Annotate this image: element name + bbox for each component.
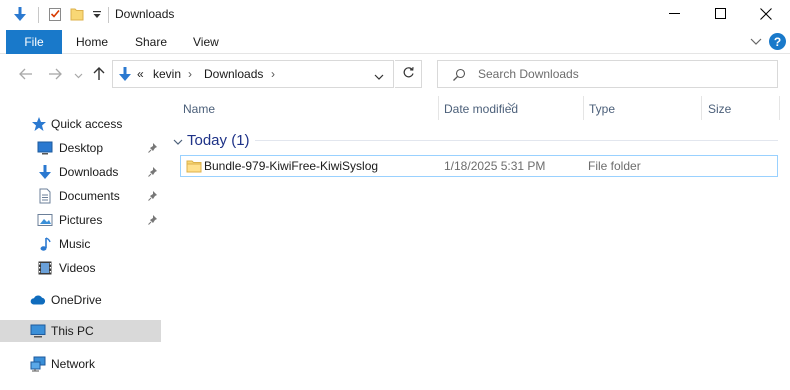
search-box[interactable]: Search Downloads — [437, 60, 778, 88]
sidebar-item-label: Videos — [59, 261, 96, 275]
column-header-type[interactable]: Type — [589, 102, 615, 116]
pin-icon[interactable] — [147, 142, 159, 154]
search-input[interactable]: Search Downloads — [478, 67, 579, 81]
ribbon-tab-bar: File Home Share View ? — [0, 30, 790, 54]
arrow-up-icon — [93, 66, 105, 84]
videos-icon — [37, 260, 53, 276]
sidebar-item-label: Pictures — [59, 213, 103, 227]
column-header-date-modified[interactable]: Date modified — [444, 102, 518, 116]
column-divider[interactable] — [779, 96, 780, 120]
chevron-right-icon[interactable]: › — [188, 67, 192, 81]
forward-button[interactable] — [44, 64, 66, 86]
maximize-icon — [714, 8, 726, 22]
pictures-icon — [37, 212, 53, 228]
sidebar-item-network[interactable]: Network — [0, 353, 161, 375]
tab-view[interactable]: View — [193, 30, 219, 54]
star-icon — [31, 116, 47, 132]
arrow-left-icon — [19, 68, 33, 83]
refresh-button[interactable] — [395, 60, 422, 88]
table-row[interactable]: Bundle-979-KiwiFree-KiwiSyslog 1/18/2025… — [180, 155, 778, 177]
sidebar-item-label: Desktop — [59, 141, 104, 155]
cloud-icon — [30, 292, 46, 308]
sidebar-item-downloads[interactable]: Downloads — [0, 161, 161, 183]
file-date-modified: 1/18/2025 5:31 PM — [444, 159, 546, 173]
sidebar-item-label: Downloads — [59, 165, 119, 179]
tab-home[interactable]: Home — [76, 30, 108, 54]
new-folder-icon[interactable] — [68, 5, 86, 23]
tab-share[interactable]: Share — [135, 30, 167, 54]
help-button[interactable]: ? — [769, 33, 786, 50]
title-bar: Downloads — [0, 0, 790, 30]
window-title: Downloads — [115, 7, 175, 21]
chevron-down-icon — [173, 135, 183, 149]
recent-locations-button[interactable] — [67, 64, 89, 86]
back-button[interactable] — [15, 64, 37, 86]
file-type: File folder — [588, 159, 641, 173]
sidebar-item-videos[interactable]: Videos — [0, 257, 161, 279]
sidebar-item-label: Network — [51, 357, 96, 371]
chevron-down-icon — [750, 35, 762, 49]
chevron-down-icon — [74, 68, 83, 82]
sidebar-item-desktop[interactable]: Desktop — [0, 137, 161, 159]
expand-ribbon-button[interactable] — [748, 34, 764, 50]
minimize-icon — [668, 8, 680, 22]
downloads-icon — [37, 164, 53, 180]
sidebar-item-pictures[interactable]: Pictures — [0, 209, 161, 231]
folder-icon — [186, 158, 202, 177]
close-icon — [760, 7, 772, 23]
sidebar-item-documents[interactable]: Documents — [0, 185, 161, 207]
up-button[interactable] — [88, 64, 110, 86]
file-name[interactable]: Bundle-979-KiwiFree-KiwiSyslog — [204, 159, 378, 173]
pin-icon[interactable] — [147, 190, 159, 202]
sidebar-item-quick-access[interactable]: Quick access — [0, 113, 161, 135]
close-button[interactable] — [743, 0, 789, 30]
column-divider[interactable] — [701, 96, 702, 120]
sidebar-item-label: This PC — [51, 324, 94, 338]
group-divider — [255, 140, 778, 141]
minimize-button[interactable] — [651, 0, 697, 30]
address-dropdown-chevron-icon[interactable] — [374, 70, 384, 84]
breadcrumb-kevin[interactable]: kevin — [153, 67, 181, 81]
column-header-name[interactable]: Name — [183, 102, 215, 116]
sidebar-item-label: OneDrive — [51, 293, 102, 307]
network-icon — [30, 356, 46, 372]
address-bar[interactable]: « kevin › Downloads › — [112, 60, 394, 88]
toolbar-separator — [108, 7, 109, 23]
documents-icon — [37, 188, 53, 204]
column-divider[interactable] — [438, 96, 439, 120]
sidebar-item-music[interactable]: Music — [0, 233, 161, 255]
column-divider[interactable] — [583, 96, 584, 120]
computer-icon — [30, 323, 46, 339]
downloads-icon — [117, 66, 133, 82]
desktop-icon — [37, 140, 53, 156]
search-icon — [452, 68, 466, 85]
group-label: Today (1) — [187, 131, 250, 149]
sidebar-item-label: Documents — [59, 189, 120, 203]
properties-checklist-icon[interactable] — [46, 5, 64, 23]
sidebar-item-label: Quick access — [51, 117, 123, 131]
pin-icon[interactable] — [147, 166, 159, 178]
customize-toolbar-dropdown-icon[interactable] — [88, 5, 106, 23]
sidebar-item-label: Music — [59, 237, 91, 251]
tab-file[interactable]: File — [6, 30, 62, 54]
music-icon — [37, 236, 53, 252]
breadcrumb-downloads[interactable]: Downloads — [204, 67, 263, 81]
toolbar-separator — [38, 7, 39, 23]
pin-icon[interactable] — [147, 214, 159, 226]
chevron-right-icon[interactable]: › — [271, 67, 275, 81]
breadcrumb-overflow[interactable]: « — [137, 67, 144, 81]
sidebar-item-onedrive[interactable]: OneDrive — [0, 289, 161, 311]
download-arrow-icon[interactable] — [11, 5, 29, 23]
maximize-button[interactable] — [697, 0, 743, 30]
refresh-icon — [402, 66, 415, 82]
column-header-size[interactable]: Size — [708, 102, 731, 116]
group-header-today[interactable]: Today (1) — [171, 131, 250, 149]
arrow-right-icon — [48, 68, 62, 83]
sidebar-item-this-pc[interactable]: This PC — [0, 320, 161, 342]
